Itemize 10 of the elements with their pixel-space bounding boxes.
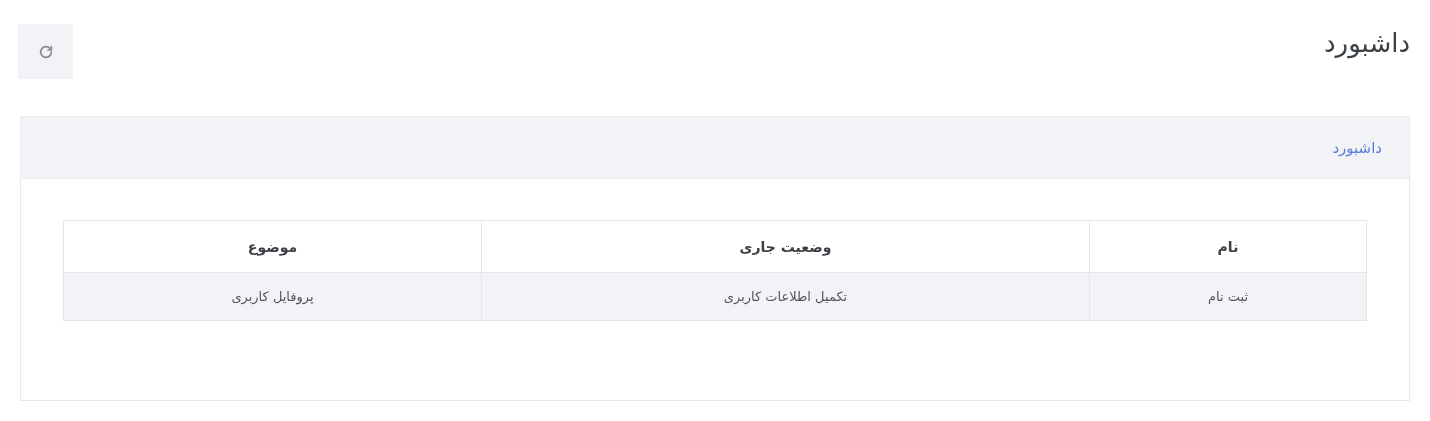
- refresh-icon: [37, 43, 54, 60]
- column-header: وضعیت جاری: [481, 220, 1090, 273]
- refresh-button[interactable]: [18, 24, 73, 79]
- table-cell: ثبت نام: [1089, 272, 1367, 321]
- column-header: نام: [1089, 220, 1367, 273]
- breadcrumb-link[interactable]: داشبورد: [1332, 138, 1382, 157]
- table-cell: تکمیل اطلاعات کاربری: [481, 272, 1090, 321]
- table-cell: پروفایل کاربری: [63, 272, 482, 321]
- page-title: داشبورد: [1324, 28, 1410, 58]
- column-header: موضوع: [63, 220, 482, 273]
